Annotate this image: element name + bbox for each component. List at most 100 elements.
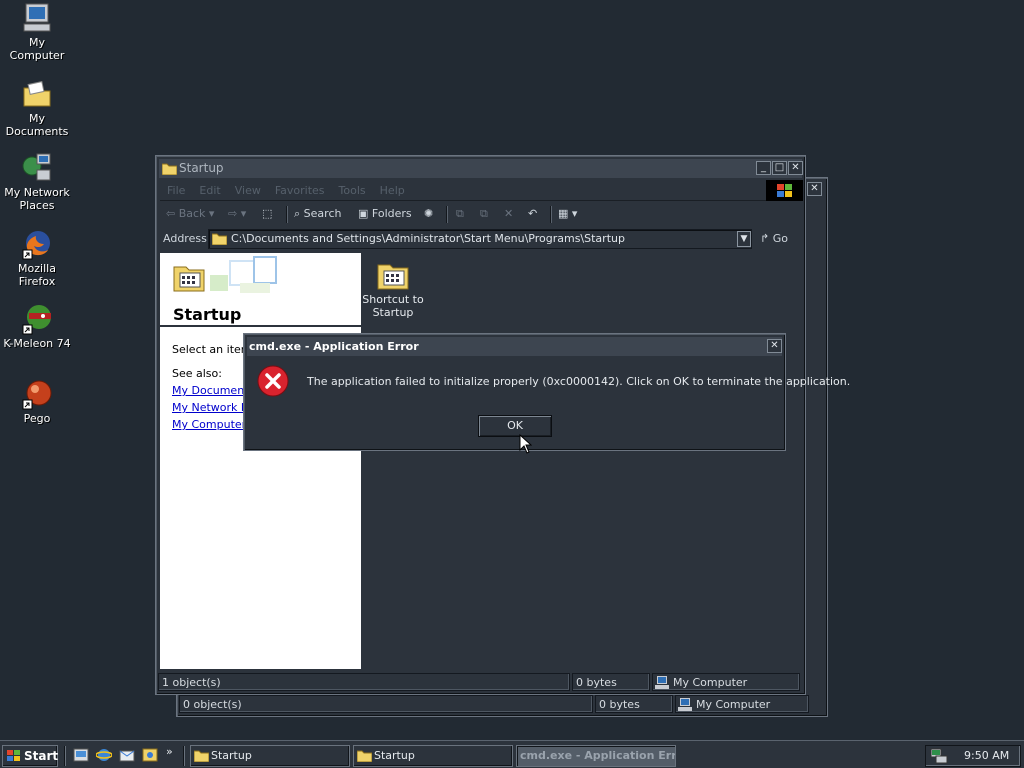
firefox-icon — [22, 231, 50, 260]
menu-tools[interactable]: Tools — [332, 180, 373, 201]
quicklaunch-overflow-button[interactable]: » — [166, 745, 173, 758]
computer-icon — [655, 676, 669, 689]
status-zone-label: My Computer — [696, 698, 771, 711]
history-icon: ✺ — [424, 207, 434, 220]
back-label: Back — [178, 207, 206, 220]
shortcut-folder-icon — [377, 264, 409, 290]
views-button[interactable]: ▦ ▾ — [558, 203, 577, 225]
folder-icon — [212, 233, 227, 245]
close-button[interactable]: ✕ — [788, 161, 803, 175]
go-label: Go — [772, 232, 788, 245]
back-button[interactable]: ⇦ Back ▾ — [166, 203, 214, 225]
undo-button[interactable]: ↶ — [528, 203, 537, 225]
desktop-icon-label: Pego — [23, 412, 51, 425]
taskbar-button-application-error[interactable]: cmd.exe - Application Error — [516, 745, 676, 767]
file-list[interactable]: Shortcut to Startup — [361, 253, 803, 669]
menu-help[interactable]: Help — [373, 180, 412, 201]
copy-to-button[interactable]: ⧉ — [480, 203, 488, 225]
dialog-close-button[interactable]: ✕ — [767, 339, 782, 353]
ok-button[interactable]: OK — [478, 415, 552, 437]
desktop-icon-my-network-places[interactable]: My Network Places — [0, 152, 74, 212]
status-object-count: 1 object(s) — [158, 673, 570, 691]
desktop-icon-k-meleon[interactable]: K-Meleon 74 — [0, 303, 74, 350]
folder-icon — [194, 750, 209, 762]
back-arrow-icon: ⇦ — [166, 207, 176, 220]
file-item[interactable]: Shortcut to Startup — [361, 257, 425, 319]
desktop-icon-label: My Computer — [9, 36, 65, 62]
search-label: Search — [303, 207, 342, 220]
clock: 9:50 AM — [964, 749, 1010, 762]
desktop-icon-label: My Documents — [5, 112, 69, 138]
start-button[interactable]: Start — [2, 745, 58, 767]
search-button[interactable]: ⌕ Search — [294, 203, 341, 225]
desktop-icon-label: K-Meleon 74 — [3, 337, 71, 350]
delete-icon: ✕ — [504, 207, 514, 220]
status-zone-label: My Computer — [673, 676, 748, 689]
start-label: Start — [24, 749, 59, 763]
status-size: 0 bytes — [595, 695, 673, 713]
system-tray: 9:50 AM — [925, 745, 1021, 767]
kmeleon-icon — [22, 305, 51, 335]
toolbar: ⇦ Back ▾ ⇨ ▾ ⬚ ⌕ Search ▣ Folders ✺ ⧉ ⧉ … — [160, 203, 801, 227]
delete-button[interactable]: ✕ — [504, 203, 513, 225]
menu-edit[interactable]: Edit — [192, 180, 227, 201]
forward-button[interactable]: ⇨ ▾ — [228, 203, 246, 225]
desktop-icon-my-computer[interactable]: My Computer — [0, 2, 74, 62]
folder-icon — [162, 163, 177, 175]
up-folder-button[interactable]: ⬚ — [262, 203, 272, 225]
minimize-button[interactable]: _ — [756, 161, 771, 175]
dialog-title-bar[interactable]: cmd.exe - Application Error ✕ — [247, 337, 782, 356]
address-dropdown-button[interactable]: ▼ — [737, 231, 751, 247]
file-item-label: Shortcut to Startup — [362, 293, 424, 319]
media-icon[interactable] — [142, 747, 158, 763]
views-icon: ▦ — [558, 207, 569, 220]
computer-icon — [23, 3, 51, 32]
windows-logo-icon — [7, 750, 20, 761]
up-folder-icon: ⬚ — [262, 207, 273, 220]
menu-file[interactable]: File — [160, 180, 192, 201]
folders-button[interactable]: ▣ Folders — [358, 203, 412, 225]
maximize-button[interactable]: □ — [772, 161, 787, 175]
error-dialog[interactable]: cmd.exe - Application Error ✕ The applic… — [243, 333, 851, 451]
copy-to-icon: ⧉ — [480, 207, 488, 220]
status-zone: My Computer — [652, 673, 800, 691]
folder-icon — [173, 266, 205, 292]
menu-view[interactable]: View — [228, 180, 268, 201]
network-tray-icon[interactable] — [930, 748, 948, 764]
dialog-message: The application failed to initialize pro… — [307, 375, 851, 388]
taskbar-button-label: Startup — [211, 749, 252, 762]
close-button[interactable]: ✕ — [807, 182, 822, 196]
desktop-icon-my-documents[interactable]: My Documents — [0, 78, 74, 138]
desktop-icon-label: Mozilla Firefox — [18, 262, 56, 288]
window-title: Startup — [179, 161, 224, 175]
status-object-count: 0 object(s) — [179, 695, 593, 713]
menu-favorites[interactable]: Favorites — [268, 180, 332, 201]
computer-icon — [678, 698, 692, 711]
status-zone: My Computer — [675, 695, 809, 713]
error-icon — [257, 365, 289, 397]
status-size: 0 bytes — [572, 673, 650, 691]
address-field[interactable]: C:\Documents and Settings\Administrator\… — [208, 229, 752, 249]
outlook-express-icon[interactable] — [119, 747, 135, 763]
taskbar-button-startup-2[interactable]: Startup — [353, 745, 513, 767]
history-button[interactable]: ✺ — [424, 203, 433, 225]
taskbar-button-startup[interactable]: Startup — [190, 745, 350, 767]
desktop-icon-pego[interactable]: Pego — [0, 378, 74, 425]
search-icon: ⌕ — [294, 207, 301, 220]
go-button[interactable]: ↱ Go — [760, 228, 788, 250]
move-to-button[interactable]: ⧉ — [456, 203, 464, 225]
folders-icon: ▣ — [358, 207, 369, 220]
move-to-icon: ⧉ — [456, 207, 464, 220]
taskbar-button-label: Startup — [374, 749, 415, 762]
network-places-icon — [22, 153, 51, 181]
show-desktop-icon[interactable] — [73, 747, 89, 763]
folders-label: Folders — [371, 207, 412, 220]
title-bar[interactable]: Startup _ □ ✕ — [159, 159, 803, 178]
internet-explorer-icon[interactable] — [96, 747, 112, 763]
status-bar: 0 object(s) 0 bytes My Computer — [179, 695, 825, 713]
desktop-icon-label: My Network Places — [4, 186, 70, 212]
go-arrow-icon: ↱ — [760, 232, 770, 245]
ok-label: OK — [507, 419, 523, 432]
forward-arrow-icon: ⇨ — [228, 207, 238, 220]
desktop-icon-mozilla-firefox[interactable]: Mozilla Firefox — [0, 228, 74, 288]
